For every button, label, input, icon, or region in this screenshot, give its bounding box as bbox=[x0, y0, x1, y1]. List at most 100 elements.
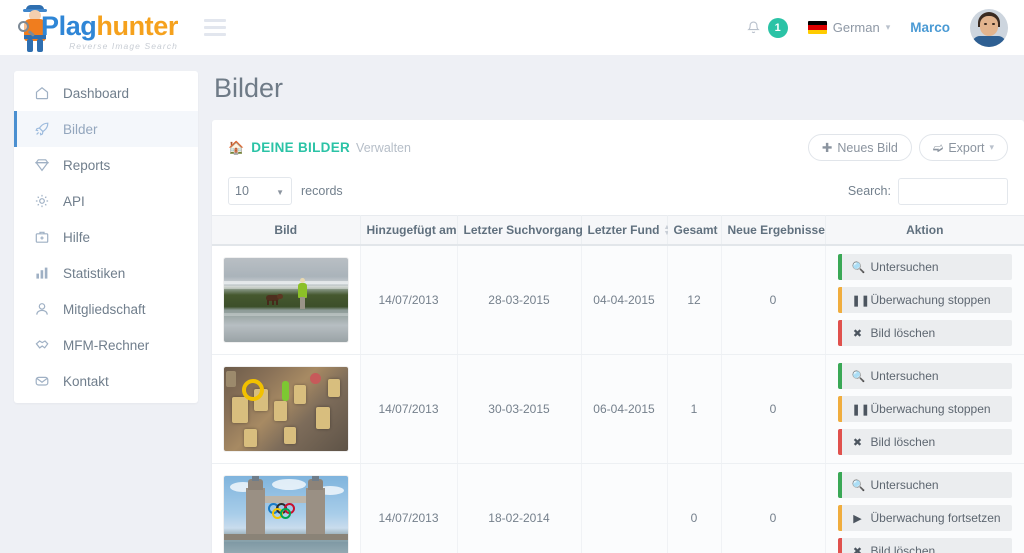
search-label: Search: bbox=[847, 184, 891, 198]
gear-icon bbox=[33, 192, 51, 210]
header-right: 1 German ▾ Marco bbox=[746, 8, 1008, 47]
col-header-bild[interactable]: Bild bbox=[212, 215, 361, 246]
sidebar-item-mitgliedschaft[interactable]: Mitgliedschaft bbox=[14, 291, 198, 327]
envelope-icon bbox=[33, 372, 51, 390]
col-header-hinzugefuegt-am[interactable]: Hinzugefügt am▲ bbox=[360, 215, 468, 246]
close-icon: ✖ bbox=[852, 545, 863, 553]
col-header-letzter-suchvorgang[interactable]: Letzter Suchvorgang▲▼ bbox=[457, 215, 594, 246]
language-label: German bbox=[832, 20, 880, 35]
sidebar-item-kontakt[interactable]: Kontakt bbox=[14, 363, 198, 399]
sidebar-item-dashboard[interactable]: Dashboard bbox=[14, 75, 198, 111]
stop-monitoring-button[interactable]: ❚❚ Überwachung stoppen bbox=[837, 396, 1012, 422]
col-header-gesamt[interactable]: Gesamt▲▼ bbox=[667, 215, 728, 246]
user-icon bbox=[33, 300, 51, 318]
diamond-icon bbox=[33, 156, 51, 174]
tower-bridge-photo[interactable] bbox=[223, 476, 348, 553]
table-row: 14/07/2013 30-03-2015 06-04-2015 1 0 🔍 U… bbox=[212, 354, 1024, 464]
love-locks-photo[interactable] bbox=[223, 367, 348, 451]
logo-word-plag: Plag bbox=[40, 11, 97, 41]
cell-total: 12 bbox=[667, 245, 722, 355]
stop-monitoring-button[interactable]: ❚❚ Überwachung stoppen bbox=[837, 287, 1012, 313]
user-menu-name[interactable]: Marco bbox=[910, 20, 950, 35]
home-icon bbox=[33, 84, 51, 102]
images-panel: 🏠 DEINE BILDER Verwalten ✚ Neues Bild ➫ … bbox=[212, 120, 1024, 553]
sidebar-item-hilfe[interactable]: Hilfe bbox=[14, 219, 198, 255]
investigate-button[interactable]: 🔍 Untersuchen bbox=[837, 254, 1012, 280]
table-body: 14/07/2013 28-03-2015 04-04-2015 12 0 🔍 … bbox=[212, 245, 1024, 553]
investigate-button[interactable]: 🔍 Untersuchen bbox=[837, 472, 1012, 498]
sidebar: Dashboard Bilder Reports API Hilfe Stati… bbox=[0, 55, 212, 553]
search-icon: 🔍 bbox=[851, 370, 866, 383]
bar-chart-icon bbox=[33, 264, 51, 282]
cell-thumbnail bbox=[212, 463, 361, 553]
page-length-select[interactable]: 10 bbox=[228, 177, 292, 205]
sidebar-item-api[interactable]: API bbox=[14, 183, 198, 219]
cell-thumbnail bbox=[212, 245, 361, 355]
play-icon: ▶ bbox=[853, 512, 862, 525]
table-row: 14/07/2013 28-03-2015 04-04-2015 12 0 🔍 … bbox=[212, 245, 1024, 355]
search-area: Search: bbox=[847, 177, 1008, 205]
cell-new-results: 0 bbox=[721, 463, 826, 553]
investigate-button[interactable]: 🔍 Untersuchen bbox=[837, 363, 1012, 389]
sidebar-item-statistiken[interactable]: Statistiken bbox=[14, 255, 198, 291]
export-label: Export bbox=[948, 140, 985, 155]
notifications[interactable]: 1 bbox=[746, 17, 788, 38]
resume-monitoring-button[interactable]: ▶ Überwachung fortsetzen bbox=[837, 505, 1012, 531]
delete-image-button[interactable]: ✖ Bild löschen bbox=[837, 429, 1012, 455]
cell-actions: 🔍 Untersuchen ▶ Überwachung fortsetzen ✖ bbox=[825, 463, 1024, 553]
search-icon: 🔍 bbox=[851, 261, 866, 274]
cell-added: 14/07/2013 bbox=[360, 463, 458, 553]
sidebar-item-label: Mitgliedschaft bbox=[63, 301, 146, 317]
chevron-down-icon: ▾ bbox=[885, 22, 891, 32]
cell-total: 0 bbox=[667, 463, 722, 553]
panel-header: 🏠 DEINE BILDER Verwalten ✚ Neues Bild ➫ … bbox=[212, 120, 1024, 171]
records-label: records bbox=[301, 184, 343, 198]
bell-icon[interactable] bbox=[746, 20, 761, 36]
handshake-icon bbox=[33, 336, 51, 354]
delete-image-button[interactable]: ✖ Bild löschen bbox=[837, 320, 1012, 346]
close-icon: ✖ bbox=[852, 436, 863, 449]
plus-icon: ✚ bbox=[821, 141, 833, 155]
new-image-button[interactable]: ✚ Neues Bild bbox=[807, 134, 912, 161]
col-header-aktion: Aktion bbox=[825, 215, 1024, 246]
cell-last-search: 28-03-2015 bbox=[457, 245, 582, 355]
delete-image-button[interactable]: ✖ Bild löschen bbox=[837, 538, 1012, 553]
sidebar-item-reports[interactable]: Reports bbox=[14, 147, 198, 183]
pause-icon: ❚❚ bbox=[851, 403, 870, 416]
export-button[interactable]: ➫ Export ▾ bbox=[918, 134, 1008, 161]
sidebar-item-label: Statistiken bbox=[63, 265, 126, 281]
page-title: Bilder bbox=[214, 73, 284, 103]
sidebar-item-bilder[interactable]: Bilder bbox=[14, 111, 198, 147]
logo[interactable]: Plaghunter Reverse Image Search bbox=[18, 0, 178, 55]
panel-title: 🏠 DEINE BILDER Verwalten bbox=[228, 140, 411, 156]
search-input[interactable] bbox=[898, 177, 1008, 205]
share-icon: ➫ bbox=[932, 141, 944, 155]
sidebar-item-label: Hilfe bbox=[63, 229, 91, 245]
briefcase-icon bbox=[33, 228, 51, 246]
sidebar-item-mfm-rechner[interactable]: MFM-Rechner bbox=[14, 327, 198, 363]
notification-badge[interactable]: 1 bbox=[767, 17, 788, 38]
sidebar-item-label: Kontakt bbox=[63, 373, 109, 389]
cell-last-find: 04-04-2015 bbox=[581, 245, 668, 355]
sidebar-item-label: Bilder bbox=[63, 121, 98, 137]
sidebar-item-label: Dashboard bbox=[63, 85, 130, 101]
col-header-letzter-fund[interactable]: Letzter Fund▲▼ bbox=[581, 215, 670, 246]
sidebar-item-label: Reports bbox=[63, 157, 111, 173]
logo-text: Plaghunter Reverse Image Search bbox=[41, 13, 178, 55]
cell-last-search: 30-03-2015 bbox=[457, 354, 582, 464]
col-header-neue-ergebnisse[interactable]: Neue Ergebnisse▲▼ bbox=[721, 215, 836, 246]
panel-title-strong: DEINE BILDER bbox=[251, 139, 351, 155]
app-header: Plaghunter Reverse Image Search 1 German… bbox=[0, 0, 1024, 55]
cell-added: 14/07/2013 bbox=[360, 245, 458, 355]
rocket-icon bbox=[33, 120, 51, 138]
hamburger-icon[interactable] bbox=[204, 19, 226, 36]
cell-last-find: 06-04-2015 bbox=[581, 354, 668, 464]
language-selector[interactable]: German ▾ bbox=[807, 20, 891, 35]
cell-new-results: 0 bbox=[721, 354, 826, 464]
sidebar-card: Dashboard Bilder Reports API Hilfe Stati… bbox=[14, 71, 198, 403]
avatar[interactable] bbox=[970, 8, 1008, 47]
table-head: Bild Hinzugefügt am▲ Letzter Suchvorgang… bbox=[212, 215, 1024, 246]
beach-dog-photo[interactable] bbox=[223, 258, 348, 342]
panel-actions: ✚ Neues Bild ➫ Export ▾ bbox=[807, 134, 1008, 161]
cell-total: 1 bbox=[667, 354, 722, 464]
